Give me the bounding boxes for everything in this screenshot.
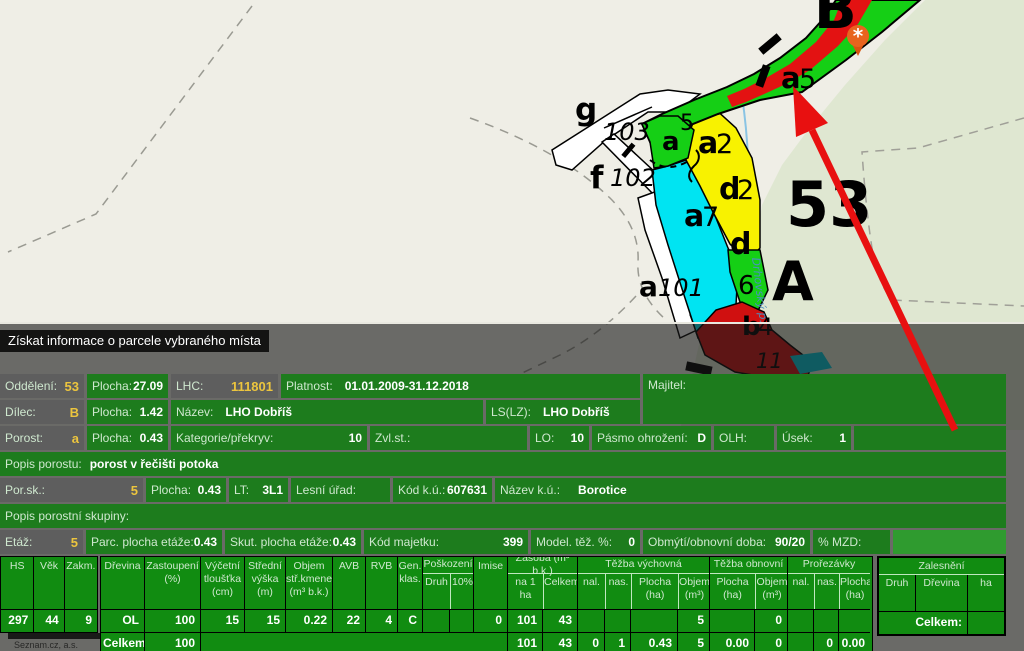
group-tezba-obnovni: Těžba obnovní Plocha (ha) Objem (m³) [710, 557, 788, 609]
field-mzd: % MZD: [813, 530, 890, 554]
col-zakm: Zakm. [65, 557, 97, 609]
table-totals-row: Celkem: [879, 611, 1004, 634]
label-103: 103 [604, 118, 650, 146]
field-lesni-urad: Lesní úřad: [291, 478, 390, 502]
field-parc-plocha: Parc. plocha etáže:0.43 [86, 530, 222, 554]
col-imise: Imise [474, 557, 508, 609]
field-plocha-porost: Plocha:0.43 [87, 426, 168, 450]
svg-text:101: 101 [658, 274, 704, 302]
field-olh: OLH: [714, 426, 774, 450]
svg-text:5: 5 [799, 64, 816, 95]
field-lslz: LS(LZ):LHO Dobříš [486, 400, 640, 424]
label-a-small: a [662, 127, 680, 157]
field-porost: Porost:a [0, 426, 84, 450]
col-vycetni: Výčetní tloušťka (cm) [201, 557, 245, 609]
field-usek: Úsek:1 [777, 426, 851, 450]
table-row: 297 44 9 [1, 609, 97, 632]
col-gen-klas: Gen. klas. [398, 557, 423, 609]
field-platnost: Platnost:01.01.2009-31.12.2018 [281, 374, 640, 398]
col-objem-kmene: Objem stř.kmene (m³ b.k.) [286, 557, 333, 609]
field-plocha-oddeleni: Plocha:27.09 [87, 374, 168, 398]
label-a5: a [781, 61, 801, 95]
table-header-row: HS Věk Zakm. [1, 557, 97, 609]
map-tooltip: Získat informace o parcele vybraného mís… [0, 330, 269, 352]
field-porsk: Por.sk.:5 [0, 478, 143, 502]
col-zales-druh: Druh [879, 575, 916, 611]
app-window: * B a 5 g 103 f 102 5 a a 2 d 2 a 7 d 6 … [0, 0, 1024, 651]
label-f: f [590, 160, 604, 196]
field-dilec: Dílec:B [0, 400, 84, 424]
label-a101: a [639, 270, 658, 303]
svg-text:7: 7 [702, 202, 719, 233]
label-5: 5 [680, 111, 694, 136]
field-plocha-dilec: Plocha:1.42 [87, 400, 168, 424]
species-table: Dřevina Zastoupení (%) Výčetní tloušťka … [100, 556, 873, 651]
label-102: 102 [610, 164, 656, 192]
zalesneni-table: Zalesnění Druh Dřevina ha Celkem: [877, 556, 1006, 636]
col-avb: AVB [333, 557, 366, 609]
svg-text:2: 2 [716, 129, 733, 160]
field-popis-porostu: Popis porostu:porost v řečišti potoka [0, 452, 1006, 476]
field-nazev: Název:LHO Dobříš [171, 400, 483, 424]
field-etaz: Etáž:5 [0, 530, 83, 554]
field-majitel: Majitel: [643, 374, 1006, 424]
col-zales-ha: ha [968, 575, 1004, 611]
label-B: B [814, 0, 857, 42]
field-plocha-porsk: Plocha:0.43 [146, 478, 226, 502]
field-lt: LT:3L1 [229, 478, 288, 502]
map-attribution: Seznam.cz, a.s. [14, 640, 78, 650]
field-lo: LO:10 [530, 426, 589, 450]
label-d: d [730, 227, 751, 262]
col-hs: HS [1, 557, 34, 609]
col-zales-drevina: Dřevina [916, 575, 968, 611]
field-nazev-ku: Název k.ú.:Borotice [495, 478, 1006, 502]
svg-text:2: 2 [737, 175, 754, 206]
field-pasmo: Pásmo ohrožení:D [592, 426, 711, 450]
field-obmyti: Obmýtí/obnovní doba:90/20 [643, 530, 810, 554]
field-zvlst: Zvl.st.: [370, 426, 527, 450]
table-header-row: Dřevina Zastoupení (%) Výčetní tloušťka … [101, 557, 872, 609]
group-poskozeni: Poškození Druh 10% [423, 557, 474, 609]
col-vek: Věk [34, 557, 64, 609]
col-zastoupeni: Zastoupení (%) [145, 557, 201, 609]
field-popis-skupiny: Popis porostní skupiny: [0, 504, 1006, 528]
field-kod-majetku: Kód majetku:399 [364, 530, 528, 554]
table-row: OL 100 15 15 0.22 22 4 C 0 101 43 5 0 [101, 609, 872, 632]
table-totals-row: Celkem: 100 101 43 0 1 0.43 5 0.00 0 0 0… [101, 632, 872, 651]
field-model-tez: Model. těž. %:0 [531, 530, 640, 554]
col-drevina: Dřevina [101, 557, 145, 609]
col-rvb: RVB [366, 557, 398, 609]
field-skut-plocha: Skut. plocha etáže:0.43 [225, 530, 361, 554]
group-prorezavky: Prořezávky nal. nas. Plocha (ha) [788, 557, 870, 609]
group-zasoba: Zásoba (m³ b.k.) na 1 ha Celkem [508, 557, 578, 609]
field-lhc: LHC:111801 [171, 374, 278, 398]
group-tezba-vychovna: Těžba výchovná nal. nas. Plocha (ha) Obj… [578, 557, 710, 609]
field-empty [854, 426, 1006, 450]
label-g: g [575, 92, 597, 128]
field-mzd-input[interactable] [893, 530, 1006, 554]
field-oddeleni: Oddělení:53 [0, 374, 84, 398]
field-kod-ku: Kód k.ú.:607631 [393, 478, 492, 502]
label-53: 53 [786, 168, 872, 241]
col-stredni: Střední výška (m) [245, 557, 286, 609]
label-A: A [772, 250, 814, 313]
field-kategorie: Kategorie/překryv:10 [171, 426, 367, 450]
stand-summary-table: HS Věk Zakm. 297 44 9 [0, 556, 98, 633]
